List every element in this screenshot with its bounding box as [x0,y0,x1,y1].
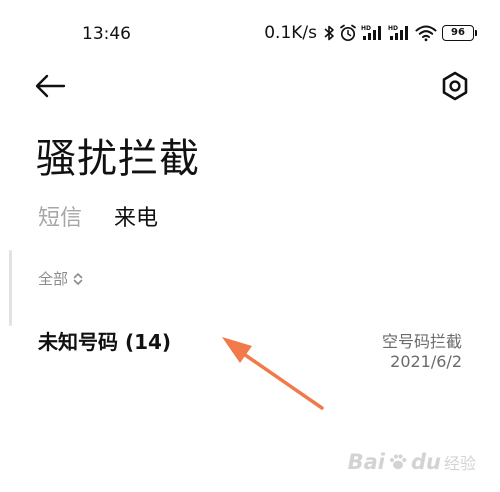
settings-icon [442,71,468,101]
wifi-icon [415,24,437,42]
bluetooth-icon [323,24,335,42]
list-item-block-type: 空号码拦截 [381,332,462,351]
status-time: 13:46 [82,24,131,44]
back-button[interactable] [30,68,70,104]
watermark: Bai du 经验 [348,450,476,474]
tab-sms[interactable]: 短信 [38,200,82,232]
battery-icon: 96 [442,25,477,41]
status-icons: 0.1K/s HD HD 96 [264,22,477,44]
status-bar: 13:46 0.1K/s HD HD 96 [0,0,500,70]
watermark-suffix: 经验 [443,454,476,473]
arrow-left-icon [35,74,66,98]
scroll-indicator [9,250,12,326]
settings-button[interactable] [436,68,474,104]
list-item[interactable]: 未知号码 (14) 空号码拦截 2021/6/2 [0,318,500,380]
svg-text:HD: HD [388,25,398,32]
watermark-brand-2: du [411,450,441,474]
chevron-updown-icon [72,271,84,287]
filter-label: 全部 [38,270,69,288]
list-item-date: 2021/6/2 [390,352,462,371]
watermark-brand: Bai [347,450,385,474]
svg-text:HD: HD [361,25,371,32]
network-speed: 0.1K/s [264,23,317,43]
tab-calls[interactable]: 来电 [114,200,158,232]
page-title: 骚扰拦截 [36,136,200,182]
filter-dropdown[interactable]: 全部 [38,268,84,289]
list-item-title: 未知号码 (14) [38,330,172,354]
annotation-arrow [222,337,324,410]
signal-hd-icon: HD [361,24,385,42]
tab-bar: 短信 来电 [38,200,190,232]
paw-icon [388,452,408,472]
signal-hd-icon-2: HD [388,24,412,42]
alarm-icon [338,23,358,43]
